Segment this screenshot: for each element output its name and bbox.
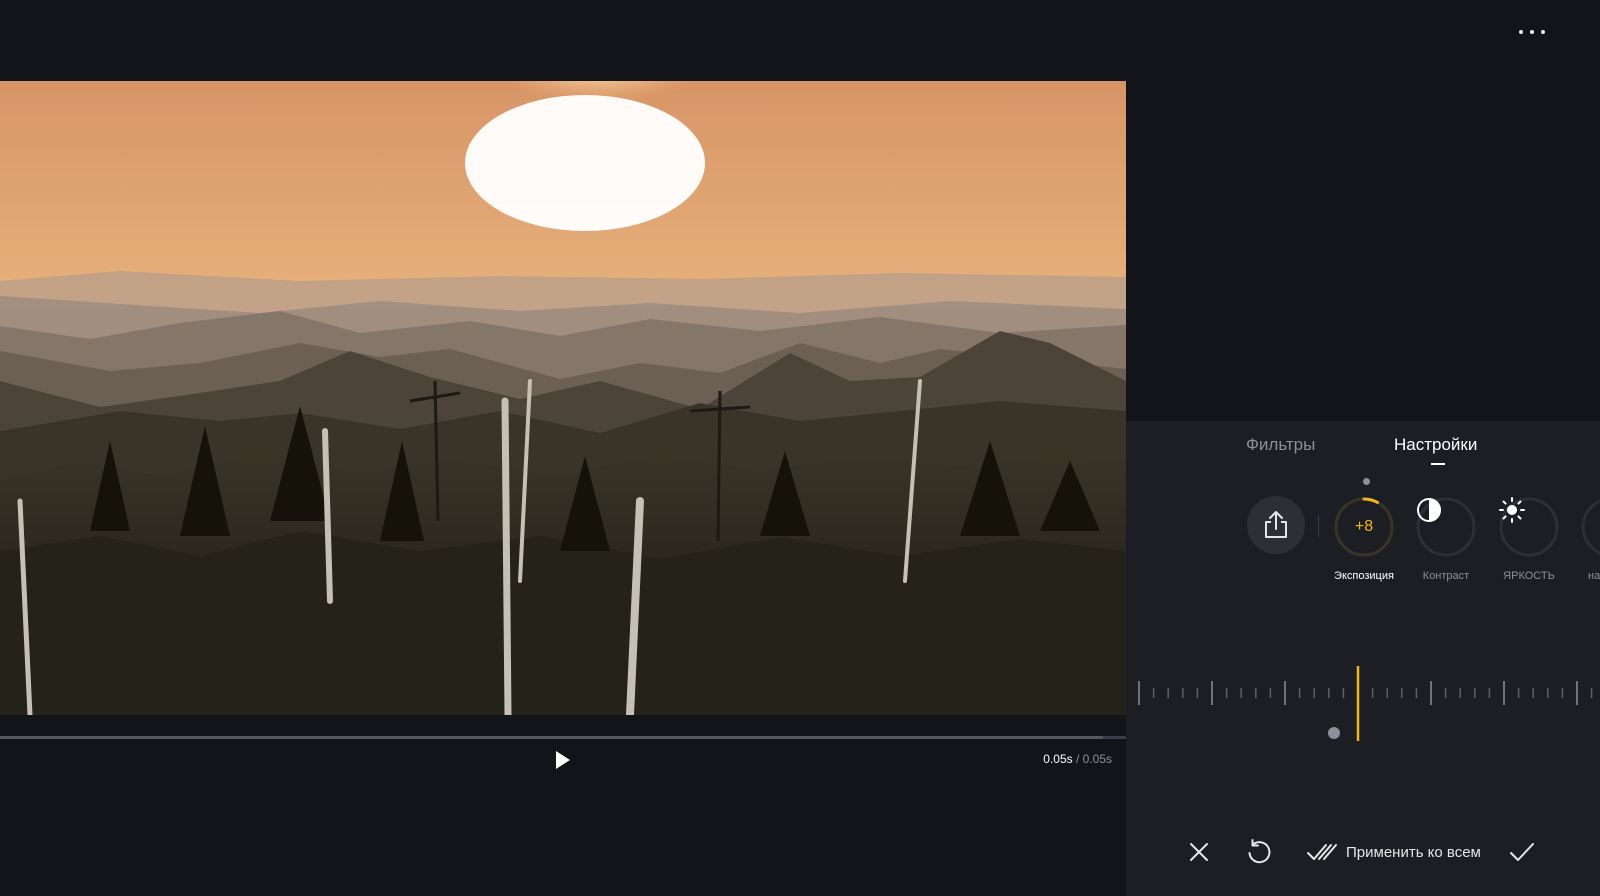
reset-icon <box>1248 839 1271 864</box>
edit-panel: Фильтры Настройки +8 Экспозиция Контраст… <box>1126 421 1600 896</box>
more-dot <box>1519 30 1523 34</box>
saturation-ring <box>1581 499 1600 555</box>
apply-all-label: Применить ко всем <box>1346 843 1481 861</box>
tab-filters[interactable]: Фильтры <box>1246 435 1315 455</box>
slider-ruler <box>1138 666 1593 741</box>
tool-label: ЯРКОСТЬ <box>1503 570 1555 582</box>
time-readout: 0.05s / 0.05s <box>1043 752 1112 766</box>
tool-label: Экспозиция <box>1334 570 1394 582</box>
slider-default-marker <box>1328 727 1340 739</box>
play-icon <box>556 751 570 769</box>
play-button[interactable] <box>548 746 576 774</box>
confirm-button[interactable] <box>1508 839 1536 865</box>
tool-label: Контраст <box>1422 570 1470 582</box>
more-options-button[interactable] <box>1512 20 1552 44</box>
landscape-image <box>0 81 1126 715</box>
toolbar-divider <box>1318 515 1319 537</box>
timeline-progress <box>0 736 1104 739</box>
more-dot <box>1541 30 1545 34</box>
tool-contrast[interactable]: Контраст <box>1415 496 1477 582</box>
tool-brightness[interactable]: ЯРКОСТЬ <box>1498 496 1560 582</box>
time-separator: / <box>1072 752 1083 766</box>
tool-saturation[interactable]: насыщ <box>1580 496 1600 582</box>
check-icon <box>1510 843 1534 861</box>
brightness-icon <box>1499 497 1525 523</box>
adjustment-slider[interactable] <box>1126 666 1600 756</box>
cancel-button[interactable] <box>1186 839 1212 865</box>
active-tab-indicator <box>1431 463 1445 465</box>
modified-indicator-dot <box>1363 478 1370 485</box>
exposure-value: +8 <box>1354 518 1374 535</box>
apply-to-all-button[interactable]: Применить ко всем <box>1306 838 1481 866</box>
share-icon <box>1265 511 1287 538</box>
tool-exposure[interactable]: +8 Экспозиция <box>1333 496 1395 582</box>
tool-label: насыщ <box>1588 570 1600 582</box>
close-icon <box>1190 843 1208 861</box>
double-check-icon <box>1307 844 1337 860</box>
current-time: 0.05s <box>1043 752 1073 766</box>
tab-settings[interactable]: Настройки <box>1394 435 1477 455</box>
contrast-icon <box>1417 498 1441 522</box>
photo-preview <box>0 81 1126 715</box>
share-button[interactable] <box>1247 496 1305 554</box>
playback-timeline[interactable] <box>0 736 1126 739</box>
more-dot <box>1530 30 1534 34</box>
total-time: 0.05s <box>1082 752 1112 766</box>
reset-button[interactable] <box>1244 837 1274 867</box>
